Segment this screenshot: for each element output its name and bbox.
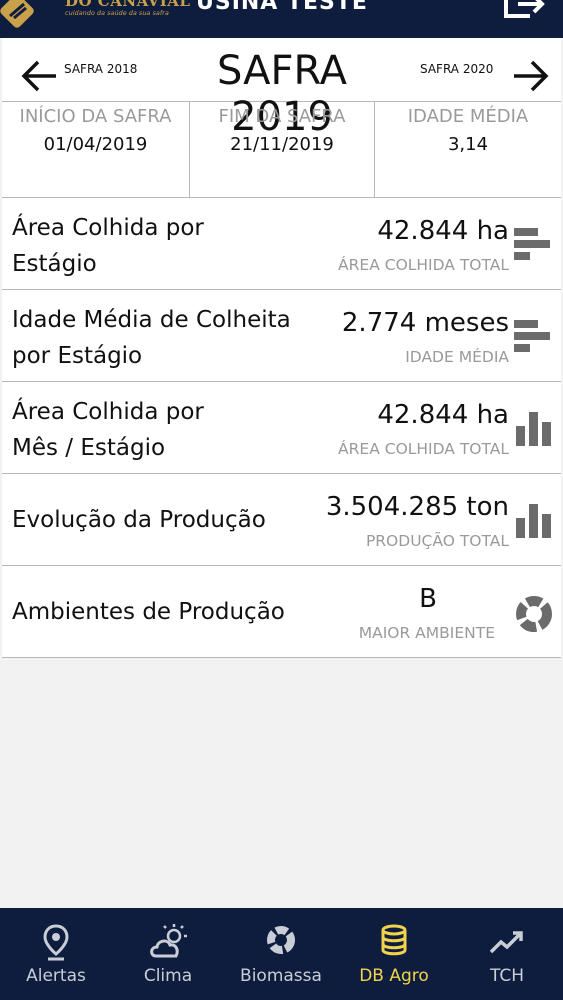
report-row-production-evolution[interactable]: Evolução da Produção 3.504.285 ton PRODU… (2, 474, 561, 566)
nav-label: Biomassa (240, 966, 322, 986)
horizontal-bar-chart-icon (514, 320, 550, 352)
row-title: Área Colhida por Mês / Estágio (12, 394, 204, 466)
report-row-area-by-month-stage[interactable]: Área Colhida por Mês / Estágio 42.844 ha… (2, 382, 561, 474)
row-title-line: Mês / Estágio (12, 435, 166, 461)
pie-chart-icon (516, 596, 552, 632)
nav-label: TCH (489, 966, 525, 986)
row-value: 42.844 ha (377, 400, 509, 430)
nav-label: Clima (143, 966, 193, 986)
row-title: Evolução da Produção (12, 507, 266, 533)
row-title-line: Idade Média de Colheita (12, 307, 291, 333)
row-caption: ÁREA COLHIDA TOTAL (338, 256, 509, 274)
row-caption: MAIOR AMBIENTE (358, 624, 495, 642)
top-bar: DO CANAVIAL cuidando da saúde da sua saf… (0, 0, 563, 38)
report-row-area-by-stage[interactable]: Área Colhida por Estágio 42.844 ha ÁREA … (2, 198, 561, 290)
stat-season-start: INÍCIO DA SAFRA 01/04/2019 (2, 102, 189, 198)
nav-label: DB Agro (359, 966, 429, 986)
pie-chart-icon (267, 926, 295, 954)
row-value: 42.844 ha (377, 216, 509, 246)
logout-icon[interactable] (500, 0, 550, 24)
season-stats: INÍCIO DA SAFRA 01/04/2019 FIM DA SAFRA … (2, 102, 561, 198)
stat-value: 21/11/2019 (230, 134, 334, 155)
row-title: Idade Média de Colheita por Estágio (12, 302, 291, 374)
nav-label: Alertas (26, 966, 86, 986)
report-row-harvest-age-by-stage[interactable]: Idade Média de Colheita por Estágio 2.77… (2, 290, 561, 382)
row-caption: PRODUÇÃO TOTAL (365, 532, 509, 550)
row-title: Área Colhida por Estágio (12, 210, 204, 282)
nav-item-biomassa[interactable]: Biomassa (225, 908, 337, 1000)
row-value: 3.504.285 ton (325, 492, 509, 522)
stat-average-age: IDADE MÉDIA 3,14 (374, 102, 561, 198)
previous-season-arrow-icon[interactable] (20, 56, 60, 96)
location-pin-icon (43, 924, 69, 961)
row-value: B (419, 584, 437, 614)
next-season-label[interactable]: SAFRA 2020 (420, 62, 493, 76)
brand-logo-icon (0, 0, 34, 28)
stat-label: IDADE MÉDIA (407, 106, 529, 127)
row-caption: ÁREA COLHIDA TOTAL (338, 440, 509, 458)
trend-line-icon (489, 931, 523, 954)
horizontal-bar-chart-icon (514, 228, 550, 260)
bottom-navigation: Alertas Clima Biomassa DB Agro TCH (0, 908, 563, 1000)
vertical-bar-chart-icon (516, 412, 551, 446)
previous-season-label[interactable]: SAFRA 2018 (64, 62, 137, 76)
cloud-sun-icon (150, 924, 187, 958)
row-value: 2.774 meses (341, 308, 509, 338)
stat-season-end: FIM DA SAFRA 21/11/2019 (189, 102, 374, 198)
row-title: Ambientes de Produção (12, 599, 285, 625)
nav-item-alertas[interactable]: Alertas (0, 908, 112, 1000)
app-title: USINA TESTE (196, 0, 368, 15)
dashboard-card: SAFRA 2018 SAFRA 2019 SAFRA 2020 INÍCIO … (2, 38, 561, 658)
next-season-arrow-icon[interactable] (510, 56, 550, 96)
stat-value: 3,14 (447, 134, 489, 155)
stat-label: INÍCIO DA SAFRA (19, 106, 172, 127)
row-title-line: por Estágio (12, 343, 143, 369)
database-icon (381, 924, 407, 956)
vertical-bar-chart-icon (516, 504, 551, 538)
nav-item-clima[interactable]: Clima (112, 908, 224, 1000)
row-title-line: Estágio (12, 251, 97, 277)
row-title-line: Área Colhida por (12, 215, 204, 241)
report-row-production-environments[interactable]: Ambientes de Produção B MAIOR AMBIENTE (2, 566, 561, 658)
nav-item-tch[interactable]: TCH (451, 908, 563, 1000)
nav-item-db-agro[interactable]: DB Agro (338, 908, 450, 1000)
row-caption: IDADE MÉDIA (405, 348, 509, 366)
row-title-line: Área Colhida por (12, 399, 204, 425)
stat-value: 01/04/2019 (43, 134, 148, 155)
season-selector: SAFRA 2018 SAFRA 2019 SAFRA 2020 (2, 38, 561, 140)
brand-tagline: cuidando da saúde da sua safra (65, 9, 169, 17)
stat-label: FIM DA SAFRA (218, 106, 346, 127)
